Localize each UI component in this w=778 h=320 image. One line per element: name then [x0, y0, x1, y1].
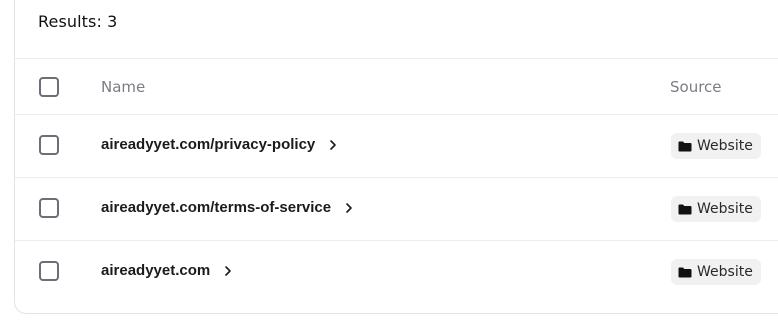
table-header-row: Name Source — [15, 59, 778, 115]
folder-icon — [678, 141, 692, 151]
source-badge: Website — [671, 133, 761, 159]
row-checkbox[interactable] — [39, 135, 59, 155]
column-header-name[interactable]: Name — [101, 78, 145, 96]
row-name-link[interactable]: aireadyyet.com/terms-of-service — [101, 199, 353, 216]
results-card: Results: 3 Name Source aireadyyet.com/pr… — [14, 0, 778, 314]
table-row: aireadyyet.com/privacy-policy Website — [15, 115, 778, 178]
row-checkbox[interactable] — [39, 198, 59, 218]
row-name[interactable]: aireadyyet.com — [101, 262, 210, 279]
row-name-link[interactable]: aireadyyet.com/privacy-policy — [101, 136, 337, 153]
row-checkbox[interactable] — [39, 261, 59, 281]
table-row: aireadyyet.com Website — [15, 241, 778, 304]
source-label: Website — [697, 201, 753, 217]
source-label: Website — [697, 264, 753, 280]
results-count: Results: 3 — [38, 12, 118, 31]
select-all-checkbox[interactable] — [39, 77, 59, 97]
source-badge: Website — [671, 196, 761, 222]
row-name-link[interactable]: aireadyyet.com — [101, 262, 232, 279]
row-name[interactable]: aireadyyet.com/privacy-policy — [101, 136, 315, 153]
table-row: aireadyyet.com/terms-of-service Website — [15, 178, 778, 241]
chevron-right-icon[interactable] — [224, 265, 232, 277]
chevron-right-icon[interactable] — [329, 139, 337, 151]
folder-icon — [678, 267, 692, 277]
source-label: Website — [697, 138, 753, 154]
column-header-source[interactable]: Source — [670, 78, 722, 96]
chevron-right-icon[interactable] — [345, 202, 353, 214]
results-header: Results: 3 — [15, 1, 778, 59]
row-name[interactable]: aireadyyet.com/terms-of-service — [101, 199, 331, 216]
source-badge: Website — [671, 259, 761, 285]
folder-icon — [678, 204, 692, 214]
